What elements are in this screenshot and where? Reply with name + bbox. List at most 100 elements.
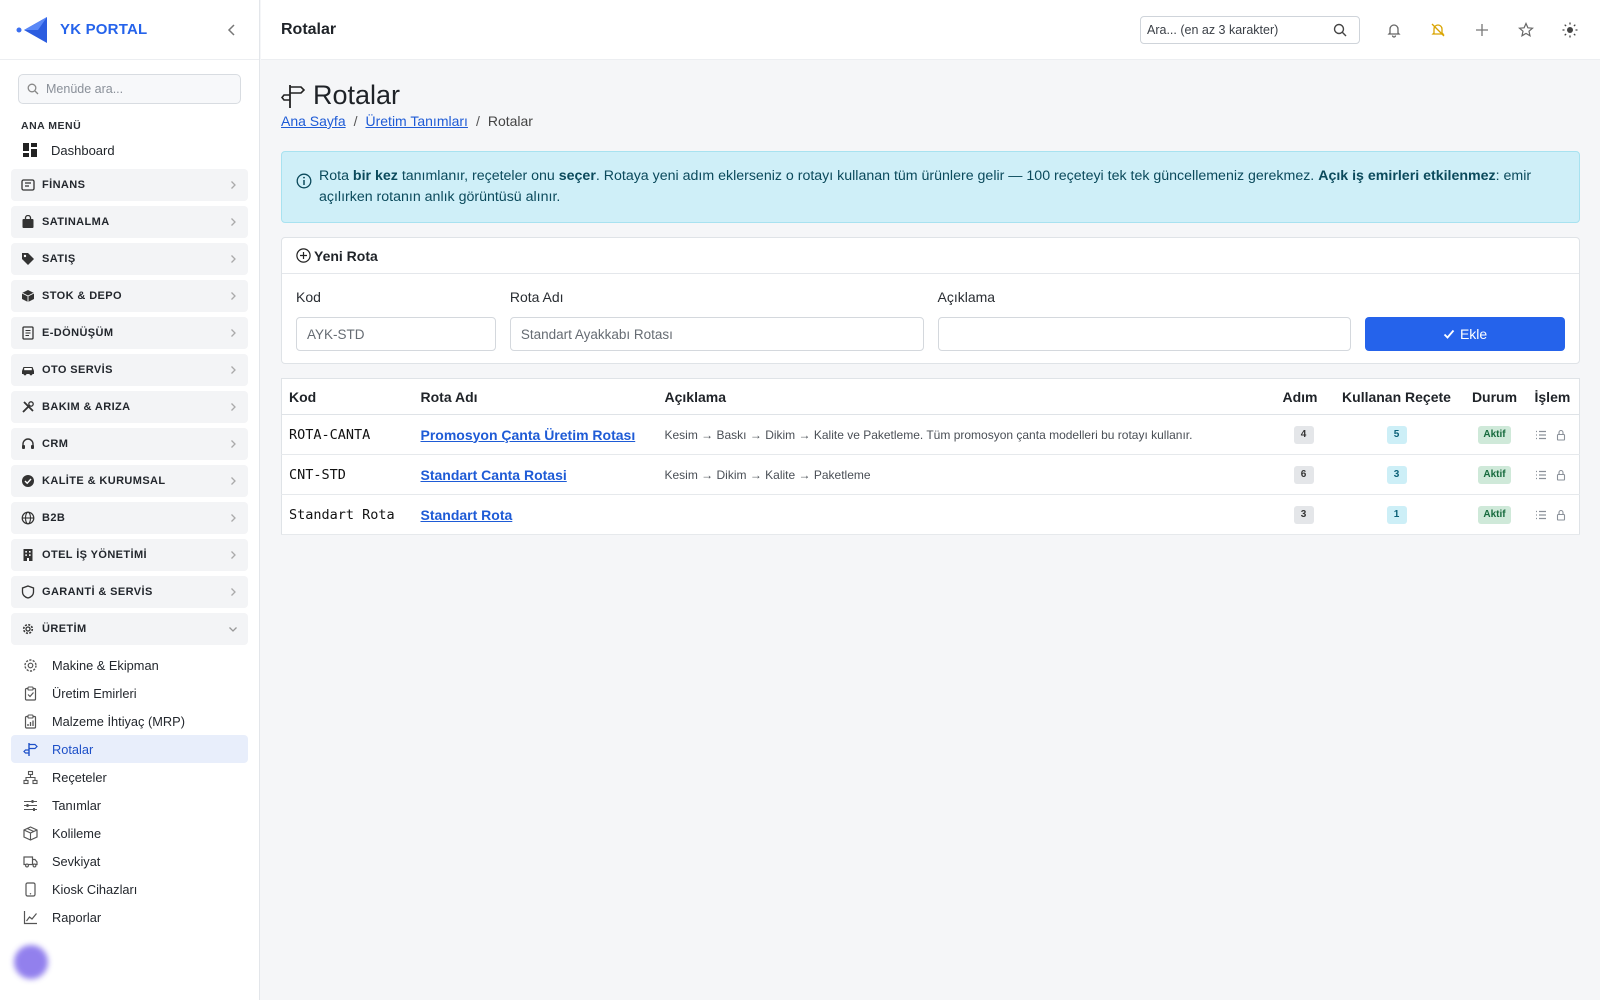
package-icon — [23, 825, 38, 841]
chevron-right-icon — [228, 365, 238, 375]
route-name-label: Rota Adı — [509, 289, 564, 305]
col-code[interactable]: Kod — [281, 378, 414, 415]
sidebar-item-kiosk-cihazlari[interactable]: Kiosk Cihazları — [11, 875, 248, 903]
bell-icon[interactable] — [1384, 20, 1404, 40]
chevron-right-icon — [228, 439, 238, 449]
route-name-link[interactable]: Standart Canta Rotasi — [421, 467, 567, 483]
star-icon[interactable] — [1516, 20, 1536, 40]
sidebar-group-e-donusum[interactable]: E-DÖNÜŞÜM — [11, 317, 248, 349]
sidebar-group-label: OTEL İŞ YÖNETİMİ — [42, 549, 148, 561]
menu-search-input[interactable] — [46, 82, 226, 96]
car-icon — [21, 363, 35, 377]
route-name-link[interactable]: Standart Rota — [421, 507, 513, 523]
collapse-sidebar-icon[interactable] — [221, 19, 243, 41]
sidebar-group-label: SATINALMA — [42, 216, 110, 228]
sidebar-item-kolileme[interactable]: Kolileme — [11, 819, 248, 847]
truck-icon — [23, 854, 38, 869]
sidebar-item-label: Tanımlar — [52, 797, 102, 813]
sidebar-item-raporlar[interactable]: Raporlar — [11, 903, 248, 931]
code-input[interactable] — [296, 317, 496, 351]
recipes-badge: 3 — [1386, 466, 1407, 484]
menu-section-label: ANA MENÜ — [21, 120, 82, 132]
sidebar-item-label: Raporlar — [52, 909, 102, 925]
sidebar-group-crm[interactable]: CRM — [11, 428, 248, 460]
sidebar-item-label: Reçeteler — [52, 769, 107, 785]
sidebar-group-uretim[interactable]: ÜRETİM — [11, 613, 248, 645]
plus-icon[interactable] — [1472, 20, 1492, 40]
sidebar-item-malzeme-ihtiyac-mrp[interactable]: Malzeme İhtiyaç (MRP) — [11, 707, 248, 735]
lock-icon[interactable] — [1555, 509, 1567, 521]
table-row: CNT-STD Standart Canta Rotasi Kesim → Diki… — [281, 454, 1580, 495]
route-name-link[interactable]: Promosyon Çanta Üretim Rotası — [421, 427, 636, 443]
new-route-form: Kod Rota Adı Açıklama Ekle — [282, 289, 1579, 351]
topbar-title: Rotalar — [281, 20, 337, 38]
sidebar-item-uretim-emirleri[interactable]: Üretim Emirleri — [11, 679, 248, 707]
chevron-right-icon — [228, 291, 238, 301]
sidebar-group-otel-is-yonetimi[interactable]: OTEL İŞ YÖNETİMİ — [11, 539, 248, 571]
bell-muted-icon[interactable] — [1428, 20, 1448, 40]
sidebar-item-tanimlar[interactable]: Tanımlar — [11, 791, 248, 819]
breadcrumb: Ana Sayfa / Üretim Tanımları / Rotalar — [281, 113, 533, 129]
col-recipes[interactable]: Kullanan Reçete — [1331, 378, 1462, 415]
sidebar-groups: FİNANS SATINALMA SATIŞ STOK & DEPO E-DÖNÜŞÜM… — [11, 169, 248, 645]
steps-badge: 6 — [1293, 466, 1314, 484]
sidebar-item-label: Malzeme İhtiyaç (MRP) — [52, 713, 185, 729]
route-name-input[interactable] — [509, 317, 924, 351]
signpost-icon — [281, 83, 305, 109]
status-badge: Aktif — [1478, 466, 1511, 484]
theme-sun-icon[interactable] — [1560, 20, 1580, 40]
lock-icon[interactable] — [1555, 469, 1567, 481]
search-icon[interactable] — [1333, 23, 1347, 37]
sidebar-group-satinalma[interactable]: SATINALMA — [11, 206, 248, 238]
sidebar-group-stok-depo[interactable]: STOK & DEPO — [11, 280, 248, 312]
signpost-icon — [23, 742, 38, 757]
info-alert-text: Rota bir kez tanımlanır, reçeteler onu s… — [319, 168, 1532, 205]
sidebar-group-garanti-servis[interactable]: GARANTİ & SERVİS — [11, 576, 248, 608]
sidebar-item-rotalar[interactable]: Rotalar — [11, 735, 248, 763]
new-route-title: Yeni Rota — [314, 247, 378, 264]
sidebar-item-sevkiyat[interactable]: Sevkiyat — [11, 847, 248, 875]
sidebar-group-b2b[interactable]: B2B — [11, 502, 248, 534]
steps-badge: 3 — [1293, 506, 1314, 524]
breadcrumb-production-definitions[interactable]: Üretim Tanımları — [366, 113, 468, 129]
col-route-name[interactable]: Rota Adı — [413, 378, 658, 415]
sidebar-group-label: SATIŞ — [42, 253, 76, 265]
recipes-badge: 1 — [1386, 506, 1407, 524]
sidebar-group-label: STOK & DEPO — [42, 290, 122, 302]
tablet-icon — [23, 881, 38, 897]
new-route-card: Yeni Rota Kod Rota Adı Açıklama Ekle — [281, 237, 1580, 364]
col-steps[interactable]: Adım — [1275, 378, 1332, 415]
list-steps-icon[interactable] — [1535, 429, 1547, 441]
menu-search[interactable] — [18, 74, 241, 104]
sidebar-group-satis[interactable]: SATIŞ — [11, 243, 248, 275]
sidebar-group-label: E-DÖNÜŞÜM — [42, 327, 114, 339]
status-badge: Aktif — [1478, 506, 1511, 524]
sidebar-item-makine-ekipman[interactable]: Makine & Ekipman — [11, 651, 248, 679]
add-button[interactable]: Ekle — [1365, 317, 1565, 351]
info-alert: Rota bir kez tanımlanır, reçeteler onu s… — [281, 151, 1580, 223]
breadcrumb-home[interactable]: Ana Sayfa — [281, 113, 346, 129]
col-description[interactable]: Açıklama — [657, 378, 1276, 415]
col-status[interactable]: Durum — [1461, 378, 1528, 415]
sidebar-group-oto-servis[interactable]: OTO SERVİS — [11, 354, 248, 386]
sidebar-group-bakim-ariza[interactable]: BAKIM & ARIZA — [11, 391, 248, 423]
sidebar-group-kalite-kurumsal[interactable]: KALİTE & KURUMSAL — [11, 465, 248, 497]
sidebar-item-dashboard[interactable]: Dashboard — [11, 136, 248, 164]
description-input[interactable] — [937, 317, 1352, 351]
global-search-input[interactable] — [1147, 22, 1333, 37]
user-profile[interactable] — [14, 944, 246, 980]
sidebar-group-label: B2B — [42, 512, 66, 524]
global-search[interactable] — [1140, 15, 1360, 44]
list-steps-icon[interactable] — [1535, 469, 1547, 481]
globe-icon — [21, 511, 35, 525]
graph-icon — [23, 910, 38, 925]
clipboard-chart-icon — [23, 713, 38, 729]
list-steps-icon[interactable] — [1535, 509, 1547, 521]
sidebar-group-label: OTO SERVİS — [42, 364, 113, 376]
lock-icon[interactable] — [1555, 429, 1567, 441]
sidebar-group-finans[interactable]: FİNANS — [11, 169, 248, 201]
route-description: Kesim → Dikim → Kalite → Paketleme — [657, 454, 1276, 495]
status-badge: Aktif — [1478, 426, 1511, 444]
avatar[interactable] — [14, 945, 48, 979]
sidebar-item-receteler[interactable]: Reçeteler — [11, 763, 248, 791]
